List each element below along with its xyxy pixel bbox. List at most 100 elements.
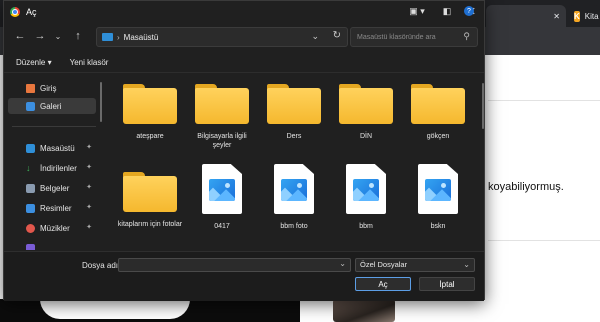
help-icon[interactable]: ? bbox=[462, 4, 476, 18]
pin-icon[interactable]: ✦ bbox=[86, 203, 92, 211]
sidebar-item-music[interactable]: Müzikler ✦ bbox=[8, 220, 96, 236]
thumbnail-image[interactable] bbox=[333, 299, 395, 322]
sidebar-item-gallery[interactable]: Galeri bbox=[8, 98, 96, 114]
chevron-right-icon[interactable]: › bbox=[117, 33, 120, 42]
video-frame-shape bbox=[40, 299, 190, 319]
site-favicon-icon: K bbox=[574, 10, 580, 22]
file-name-input[interactable]: ⌄ bbox=[118, 258, 351, 272]
sidebar-item-label: Resimler bbox=[40, 203, 72, 213]
chevron-down-icon[interactable]: ⌄ bbox=[339, 259, 346, 268]
search-input[interactable]: Masaüstü klasöründe ara ⚲ bbox=[350, 27, 478, 47]
pin-icon[interactable]: ✦ bbox=[86, 183, 92, 191]
browser-tab-kita[interactable]: K Kita bbox=[568, 5, 600, 27]
search-placeholder: Masaüstü klasöründe ara bbox=[357, 33, 436, 41]
breadcrumb-location[interactable]: Masaüstü bbox=[124, 33, 159, 42]
preview-pane-icon[interactable]: ◧ bbox=[440, 4, 454, 18]
folder-item[interactable]: Ders bbox=[260, 74, 328, 154]
folder-icon bbox=[123, 84, 177, 124]
sidebar-scrollbar[interactable] bbox=[100, 82, 102, 122]
desktop-folder-icon bbox=[102, 33, 113, 41]
image-file-item[interactable]: 0417 bbox=[188, 162, 256, 242]
up-arrow-icon[interactable]: ↑ bbox=[70, 28, 86, 44]
address-bar[interactable]: › Masaüstü ⌄ ↻ bbox=[96, 27, 348, 47]
file-list: ateşpare Bilgisayarla ilgili şeyler Ders… bbox=[108, 74, 484, 250]
file-name: Bilgisayarla ilgili şeyler bbox=[197, 133, 247, 149]
folder-icon bbox=[339, 84, 393, 124]
pictures-icon bbox=[26, 203, 35, 213]
document-icon bbox=[26, 183, 35, 193]
chevron-down-icon[interactable]: ⌄ bbox=[50, 28, 66, 44]
cancel-button[interactable]: İptal bbox=[419, 277, 475, 291]
folder-item[interactable]: gökçen bbox=[404, 74, 472, 154]
organize-button[interactable]: Düzenle ▾ bbox=[16, 58, 52, 67]
folder-item[interactable]: Bilgisayarla ilgili şeyler bbox=[188, 74, 256, 154]
search-icon: ⚲ bbox=[463, 31, 470, 41]
sidebar-item-label: Giriş bbox=[40, 83, 57, 93]
sidebar-item-label: İndirilenler bbox=[40, 163, 77, 173]
sidebar-item-more[interactable] bbox=[8, 240, 96, 250]
sidebar-item-pictures[interactable]: Resimler ✦ bbox=[8, 200, 96, 216]
image-file-item[interactable]: bbm bbox=[332, 162, 400, 242]
home-icon bbox=[26, 83, 35, 93]
download-icon: ↓ bbox=[26, 162, 31, 173]
view-options-icon[interactable]: ▣ ▾ bbox=[406, 4, 428, 18]
image-file-item[interactable]: bskn bbox=[404, 162, 472, 242]
folder-item[interactable]: kitaplarım için fotolar bbox=[116, 162, 184, 242]
file-name: kitaplarım için fotolar bbox=[117, 221, 183, 228]
file-name: bbm bbox=[359, 223, 373, 230]
pin-icon[interactable]: ✦ bbox=[86, 223, 92, 231]
image-file-icon bbox=[202, 164, 242, 214]
open-button[interactable]: Aç bbox=[355, 277, 411, 291]
sidebar-item-label: Müzikler bbox=[40, 223, 70, 233]
file-type-select[interactable]: Özel Dosyalar ⌄ bbox=[355, 258, 475, 272]
navigation-bar: ← → ⌄ ↑ › Masaüstü ⌄ ↻ Masaüstü klasörün… bbox=[4, 25, 484, 49]
folder-item[interactable]: ateşpare bbox=[116, 74, 184, 154]
sidebar-item-label: Belgeler bbox=[40, 183, 70, 193]
back-arrow-icon[interactable]: ← bbox=[12, 28, 28, 44]
sidebar-item-label: Masaüstü bbox=[40, 143, 75, 153]
videos-icon bbox=[26, 243, 35, 250]
sidebar-item-home[interactable]: Giriş bbox=[8, 80, 96, 96]
image-file-icon bbox=[418, 164, 458, 214]
sidebar-item-desktop[interactable]: Masaüstü ✦ bbox=[8, 140, 96, 156]
folder-icon bbox=[123, 172, 177, 212]
desktop-icon bbox=[26, 143, 35, 153]
divider bbox=[488, 240, 600, 241]
file-name: bbm foto bbox=[280, 223, 308, 230]
file-name: DİN bbox=[359, 133, 373, 140]
file-name: Ders bbox=[286, 133, 302, 140]
file-name: gökçen bbox=[426, 133, 450, 140]
dialog-title: Aç bbox=[26, 7, 37, 17]
close-tab-icon[interactable]: ✕ bbox=[553, 12, 560, 21]
address-history-chevron-icon[interactable]: ⌄ bbox=[311, 31, 319, 42]
gallery-icon bbox=[26, 101, 35, 111]
chevron-down-icon[interactable]: ⌄ bbox=[463, 259, 470, 271]
image-file-item[interactable]: bbm foto bbox=[260, 162, 328, 242]
folder-icon bbox=[267, 84, 321, 124]
open-file-dialog: Aç ✕ ← → ⌄ ↑ › Masaüstü ⌄ ↻ Masaüstü kla… bbox=[3, 0, 485, 301]
folder-item[interactable]: DİN bbox=[332, 74, 400, 154]
tab-label: Kita bbox=[584, 11, 599, 21]
sidebar-item-documents[interactable]: Belgeler ✦ bbox=[8, 180, 96, 196]
folder-icon bbox=[411, 84, 465, 124]
file-list-scrollbar[interactable] bbox=[482, 83, 484, 129]
refresh-icon[interactable]: ↻ bbox=[333, 30, 341, 41]
pin-icon[interactable]: ✦ bbox=[86, 143, 92, 151]
new-folder-button[interactable]: Yeni klasör bbox=[70, 58, 109, 67]
image-file-icon bbox=[346, 164, 386, 214]
chrome-icon bbox=[10, 7, 20, 17]
command-bar: Düzenle ▾ Yeni klasör bbox=[4, 53, 484, 73]
sidebar-item-downloads[interactable]: ↓ İndirilenler ✦ bbox=[8, 160, 96, 176]
pin-icon[interactable]: ✦ bbox=[86, 163, 92, 171]
file-name: ateşpare bbox=[136, 133, 164, 140]
file-type-value: Özel Dosyalar bbox=[360, 260, 408, 269]
sidebar-divider bbox=[12, 126, 96, 127]
image-file-icon bbox=[274, 164, 314, 214]
music-icon bbox=[26, 223, 35, 233]
forward-arrow-icon[interactable]: → bbox=[32, 28, 48, 44]
file-name: 0417 bbox=[214, 223, 230, 230]
article-text: koyabiliyormuş. bbox=[488, 181, 564, 193]
folder-icon bbox=[195, 84, 249, 124]
browser-tab[interactable]: ✕ bbox=[486, 5, 566, 27]
file-name-label: Dosya adı: bbox=[82, 261, 121, 270]
